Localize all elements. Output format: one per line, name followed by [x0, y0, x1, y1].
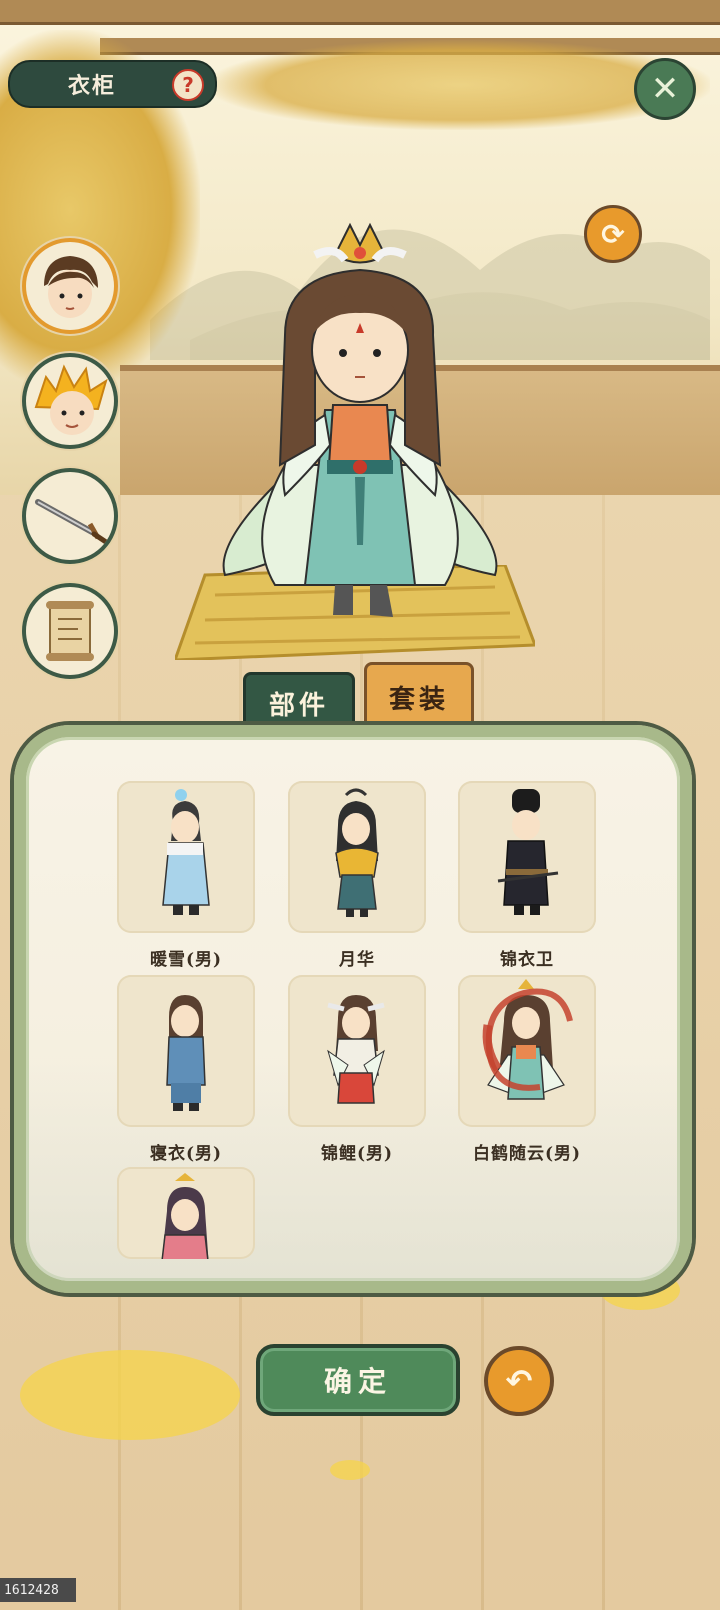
character-face-icon [44, 256, 98, 318]
close-x-icon: ✕ [650, 69, 680, 109]
outfit-pink-figure [161, 1173, 209, 1259]
outfit-label: 月华 [339, 950, 375, 970]
page-title: 衣柜 [68, 73, 117, 99]
side-button-golden-face[interactable] [22, 353, 118, 449]
question-icon[interactable]: ? [172, 69, 204, 101]
outfit-warm-snow-figure [162, 789, 210, 915]
roof-beam [0, 0, 720, 25]
outfit-moonlight-figure [335, 788, 379, 917]
outfit-card[interactable] [117, 1167, 255, 1259]
golden-hair-face-icon [34, 364, 108, 435]
outfit-label: 寝衣(男) [149, 1144, 223, 1164]
side-button-weapon[interactable] [22, 468, 118, 564]
outfit-guard-figure [497, 789, 559, 915]
close-button[interactable]: ✕ [634, 58, 696, 120]
title-banner: 衣柜 ? [8, 60, 217, 108]
refresh-button[interactable]: ⟳ [584, 205, 642, 263]
user-id-badge: 1612428 [0, 1578, 76, 1602]
outfit-card[interactable] [288, 781, 426, 933]
side-button-face[interactable] [22, 238, 118, 334]
outfit-card-selected[interactable] [458, 975, 596, 1127]
outfit-label: 白鹤随云(男) [472, 1144, 582, 1164]
sword-icon [35, 499, 109, 545]
outfit-card[interactable] [117, 781, 255, 933]
outfit-card[interactable] [117, 975, 255, 1127]
ginkgo-leaves [330, 1460, 370, 1480]
character-preview [222, 222, 498, 617]
outfit-card[interactable] [458, 781, 596, 933]
ginkgo-leaves [20, 1350, 240, 1440]
undo-button[interactable]: ↶ [484, 1346, 554, 1416]
tab-sets[interactable]: 套装 [364, 662, 474, 732]
outfit-nightwear-figure [166, 995, 206, 1111]
outfit-panel: 暖雪(男) 月华 锦衣卫 寝衣(男) 锦鲤(男) 白鹤随云(男) [14, 725, 692, 1293]
confirm-button[interactable]: 确定 [256, 1344, 460, 1416]
wardrobe-scene: 衣柜 ? ✕ ⟳ 部件 套装 暖雪(男) 月华 锦衣卫 寝衣(男) 锦鲤(男) … [0, 0, 720, 1610]
outfit-card[interactable] [288, 975, 426, 1127]
undo-arrow-icon: ↶ [505, 1362, 533, 1400]
outfit-label: 暖雪(男) [149, 950, 223, 970]
scroll-icon [46, 601, 94, 661]
outfit-label: 锦衣卫 [500, 950, 554, 970]
outfit-label: 锦鲤(男) [320, 1144, 394, 1164]
outfit-koi-figure [327, 995, 385, 1104]
refresh-icon: ⟳ [601, 217, 625, 251]
outfit-white-crane-figure [482, 979, 573, 1100]
side-button-scroll[interactable] [22, 583, 118, 679]
